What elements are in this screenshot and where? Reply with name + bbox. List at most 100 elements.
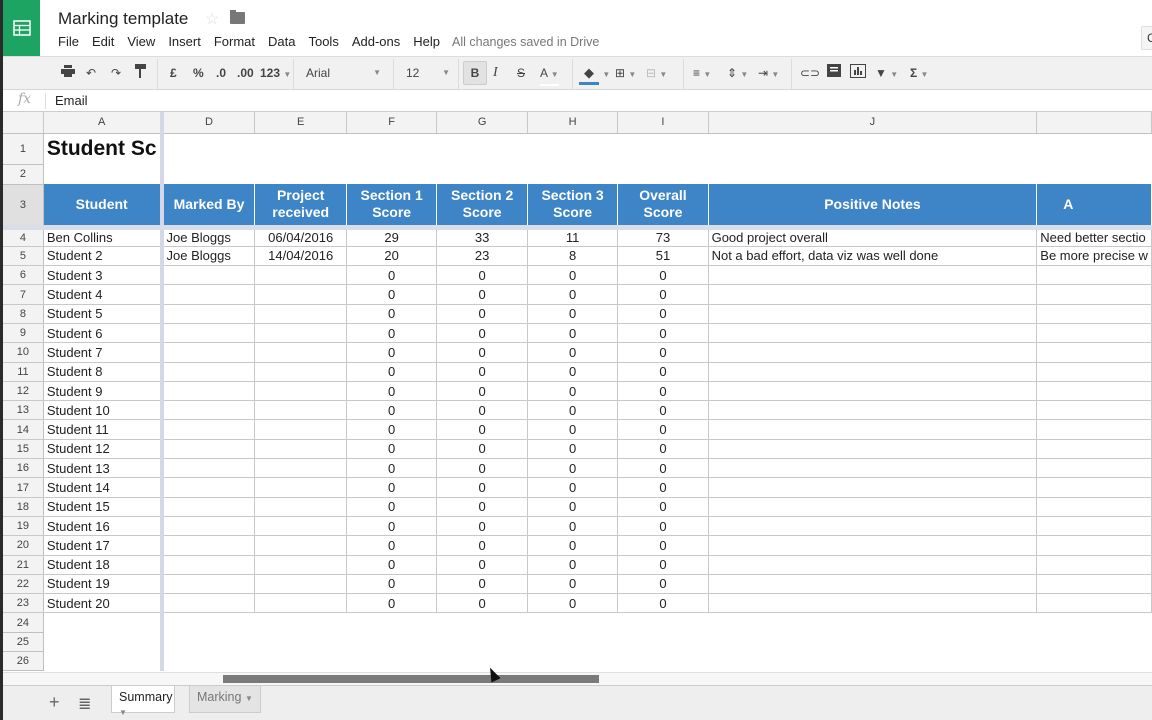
menu-addons[interactable]: Add-ons [352, 34, 400, 49]
cell-project-received[interactable] [254, 574, 347, 595]
row-header[interactable]: 14 [3, 419, 44, 440]
cell-section-1[interactable]: 0 [346, 284, 438, 305]
borders-button[interactable]: ⊞ ▼ [615, 64, 636, 84]
horizontal-align-button[interactable]: ≡ ▼ [693, 64, 711, 84]
cell-overall[interactable]: 0 [617, 284, 709, 305]
cell-section-3[interactable]: 0 [527, 516, 619, 537]
cell-areas-to-improve[interactable] [1036, 593, 1152, 614]
header-project-received[interactable]: Project received [254, 184, 347, 230]
cell-section-2[interactable]: 0 [436, 400, 528, 421]
cell-marked-by[interactable] [161, 265, 256, 286]
strikethrough-button[interactable]: S [517, 64, 525, 82]
cell-marked-by[interactable] [161, 593, 256, 614]
cell-marked-by[interactable] [161, 284, 256, 305]
cell-section-1[interactable]: 0 [346, 593, 438, 614]
menu-file[interactable]: File [58, 34, 79, 49]
cell-project-received[interactable] [254, 458, 347, 479]
cell-project-received[interactable] [254, 304, 347, 324]
cell-marked-by[interactable] [161, 362, 256, 382]
column-header-d[interactable]: D [161, 112, 256, 134]
cell-marked-by[interactable] [161, 304, 256, 324]
cell-student[interactable]: Student 15 [43, 497, 164, 517]
empty-cell[interactable] [162, 613, 1152, 632]
cell-positive-notes[interactable] [708, 593, 1038, 614]
cell-positive-notes[interactable] [708, 535, 1038, 556]
cell-areas-to-improve[interactable]: Need better sectio [1036, 227, 1152, 247]
cell-student[interactable]: Student 16 [43, 516, 164, 537]
undo-icon[interactable]: ↶ [86, 64, 96, 82]
cell-project-received[interactable] [254, 400, 347, 421]
cell-overall[interactable]: 0 [617, 593, 709, 614]
cell-marked-by[interactable] [161, 342, 256, 363]
chevron-down-icon[interactable]: ▼ [245, 694, 253, 703]
cell-section-3[interactable]: 0 [527, 362, 619, 382]
row-header[interactable]: 26 [3, 651, 44, 672]
comment-icon[interactable] [827, 64, 841, 82]
print-icon[interactable] [61, 64, 75, 82]
cell-section-3[interactable]: 0 [527, 304, 619, 324]
row-header[interactable]: 12 [3, 381, 44, 402]
cell-project-received[interactable] [254, 323, 347, 344]
header-areas-to-improve[interactable]: A [1036, 184, 1152, 230]
cell-student[interactable]: Student 19 [43, 574, 164, 595]
menu-view[interactable]: View [127, 34, 155, 49]
fill-color-button[interactable]: ◆ ▼ [579, 64, 610, 85]
cell-student[interactable]: Student 7 [43, 342, 164, 363]
cell-section-3[interactable]: 0 [527, 265, 619, 286]
cell-project-received[interactable] [254, 555, 347, 575]
cell-student[interactable]: Student 4 [43, 284, 164, 305]
cell-positive-notes[interactable] [708, 304, 1038, 324]
cell-positive-notes[interactable] [708, 381, 1038, 402]
cell-positive-notes[interactable] [708, 323, 1038, 344]
cell-student[interactable]: Student 9 [43, 381, 164, 402]
cell-section-2[interactable]: 0 [436, 497, 528, 517]
bold-button[interactable]: B [463, 61, 487, 85]
sheet-tab-marking[interactable]: Marking ▼ [189, 686, 261, 713]
cell-student[interactable]: Student 10 [43, 400, 164, 421]
sheet-grid[interactable]: A D E F G H I J 1 Student Sc 2 3 Student… [3, 112, 1152, 672]
cell-positive-notes[interactable] [708, 516, 1038, 537]
cell-section-2[interactable]: 0 [436, 304, 528, 324]
empty-cell[interactable] [162, 164, 1152, 184]
row-header[interactable]: 1 [3, 133, 44, 165]
header-positive-notes[interactable]: Positive Notes [708, 184, 1038, 230]
row-header[interactable]: 22 [3, 574, 44, 595]
cell-marked-by[interactable] [161, 535, 256, 556]
row-header[interactable]: 7 [3, 284, 44, 305]
cell-section-2[interactable]: 0 [436, 477, 528, 498]
menu-insert[interactable]: Insert [168, 34, 201, 49]
decrease-decimal-button[interactable]: .0 [216, 64, 226, 82]
cell-marked-by[interactable] [161, 477, 256, 498]
add-sheet-button[interactable]: + [49, 692, 60, 713]
header-student[interactable]: Student [43, 184, 164, 230]
row-header[interactable]: 2 [3, 164, 44, 185]
cell-marked-by[interactable] [161, 497, 256, 517]
redo-icon[interactable]: ↷ [111, 64, 121, 82]
cell-overall[interactable]: 0 [617, 400, 709, 421]
cell-positive-notes[interactable] [708, 477, 1038, 498]
cell-section-1[interactable]: 20 [346, 246, 438, 267]
cell-areas-to-improve[interactable] [1036, 497, 1152, 517]
column-header-a[interactable]: A [43, 112, 164, 134]
row-header[interactable]: 6 [3, 265, 44, 286]
cell-section-3[interactable]: 0 [527, 497, 619, 517]
row-header[interactable]: 3 [3, 184, 44, 230]
cell-student[interactable]: Student 11 [43, 419, 164, 440]
cell-section-2[interactable]: 0 [436, 555, 528, 575]
cell-positive-notes[interactable] [708, 419, 1038, 440]
star-icon[interactable]: ☆ [205, 9, 219, 29]
cell-project-received[interactable] [254, 439, 347, 460]
column-header-f[interactable]: F [346, 112, 438, 134]
cell-section-2[interactable]: 0 [436, 323, 528, 344]
cell-positive-notes[interactable] [708, 555, 1038, 575]
sheets-logo-icon[interactable] [3, 0, 40, 56]
cell-section-1[interactable]: 0 [346, 419, 438, 440]
font-size-select[interactable]: 12 ▼ [406, 64, 450, 82]
cell-overall[interactable]: 0 [617, 497, 709, 517]
cell-student[interactable]: Student 18 [43, 555, 164, 575]
cell-section-3[interactable]: 0 [527, 284, 619, 305]
cell-section-2[interactable]: 0 [436, 265, 528, 286]
chevron-down-icon[interactable]: ▼ [119, 708, 127, 717]
cell-section-1[interactable]: 0 [346, 304, 438, 324]
cell-areas-to-improve[interactable] [1036, 284, 1152, 305]
